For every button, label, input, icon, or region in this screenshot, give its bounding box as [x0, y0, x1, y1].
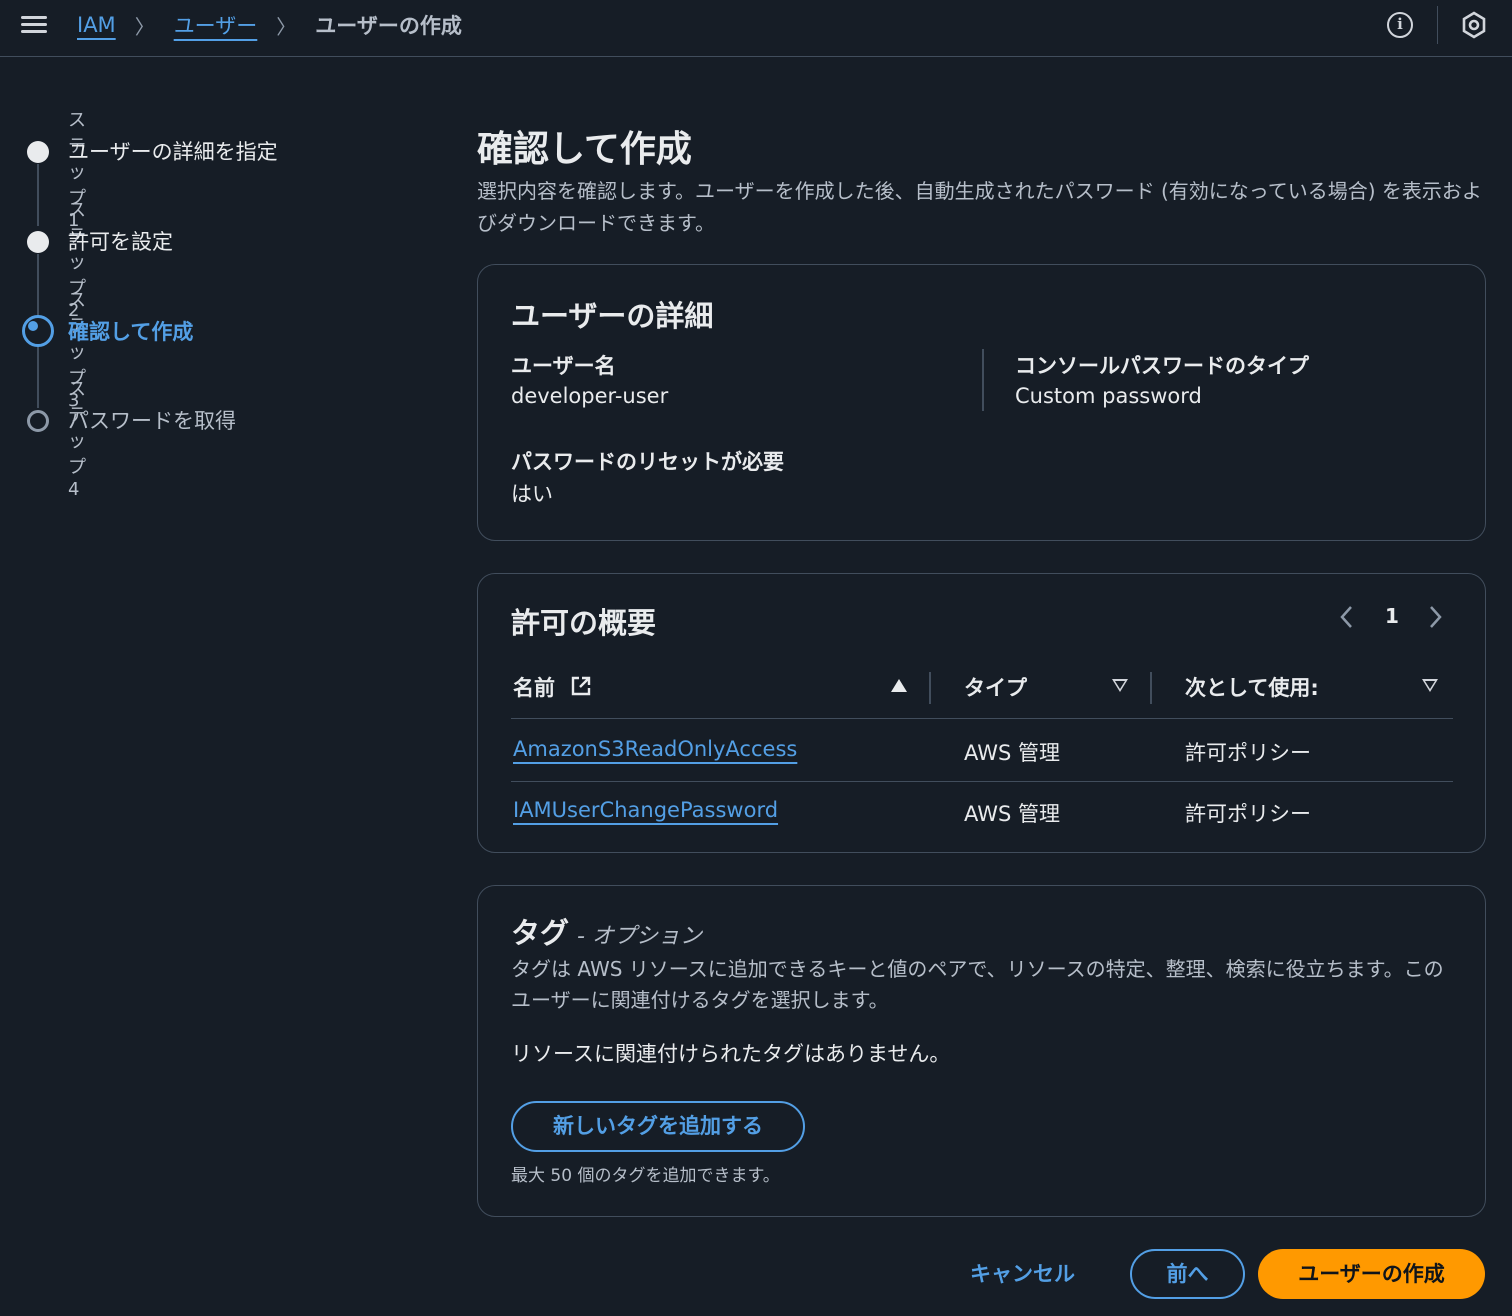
policy-type: AWS 管理	[964, 802, 1060, 826]
page-description: 選択内容を確認します。ユーザーを作成した後、自動生成されたパスワード (有効にな…	[477, 179, 1482, 235]
add-tag-button[interactable]: 新しいタグを追加する	[511, 1101, 805, 1152]
settings-icon[interactable]	[1461, 11, 1487, 39]
policy-used-as: 許可ポリシー	[1185, 741, 1311, 765]
step-4-label: ステップ 4	[68, 379, 86, 500]
column-header-name[interactable]: 名前	[513, 672, 592, 702]
password-reset-value: はい	[511, 482, 553, 506]
optional-label: - オプション	[577, 924, 702, 949]
top-navigation-bar: IAM 〉 ユーザー 〉 ユーザーの作成 i	[0, 0, 1512, 57]
cancel-button[interactable]: キャンセル	[970, 1258, 1075, 1288]
step-complete-icon	[27, 231, 49, 253]
breadcrumb-users-link[interactable]: ユーザー	[174, 10, 258, 40]
permissions-summary-card: 許可の概要 1 名前 タイプ 次として使用: AmazonS3ReadOnlyA…	[477, 573, 1486, 853]
tags-empty-message: リソースに関連付けられたタグはありません。	[511, 1042, 951, 1066]
password-type-value: Custom password	[1015, 384, 1202, 408]
policy-used-as: 許可ポリシー	[1185, 802, 1311, 826]
tags-title: タグ - オプション	[511, 910, 702, 952]
sort-ascending-icon[interactable]	[891, 679, 907, 692]
chevron-right-icon[interactable]	[1428, 604, 1448, 634]
page-title: 確認して作成	[477, 129, 692, 170]
chevron-right-icon: 〉	[134, 14, 155, 39]
tags-description: タグは AWS リソースに追加できるキーと値のペアで、リソースの特定、整理、検索…	[511, 957, 1444, 1012]
permissions-title: 許可の概要	[511, 606, 657, 640]
step-pending-icon	[27, 410, 49, 432]
column-header-name-label: 名前	[513, 676, 555, 700]
column-divider	[982, 349, 984, 411]
breadcrumb: IAM 〉 ユーザー 〉 ユーザーの作成	[77, 10, 462, 40]
tags-limit-note: 最大 50 個のタグを追加できます。	[511, 1166, 780, 1186]
step-connector	[37, 254, 39, 316]
tags-title-text: タグ	[511, 916, 570, 950]
username-label: ユーザー名	[511, 354, 616, 378]
sort-icon[interactable]	[1112, 679, 1128, 692]
sort-icon[interactable]	[1422, 679, 1438, 692]
user-details-card: ユーザーの詳細 ユーザー名 developer-user コンソールパスワードの…	[477, 264, 1486, 541]
column-header-type[interactable]: タイプ	[964, 672, 1027, 702]
create-user-button[interactable]: ユーザーの作成	[1258, 1249, 1485, 1299]
tags-card: タグ - オプション タグは AWS リソースに追加できるキーと値のペアで、リソー…	[477, 885, 1486, 1217]
previous-button[interactable]: 前へ	[1130, 1249, 1245, 1299]
breadcrumb-iam-link[interactable]: IAM	[77, 13, 116, 37]
step-3-title: 確認して作成	[68, 320, 194, 344]
step-complete-icon	[27, 141, 49, 163]
policy-link-change-password[interactable]: IAMUserChangePassword	[513, 798, 778, 822]
policy-link-s3-readonly[interactable]: AmazonS3ReadOnlyAccess	[513, 737, 797, 761]
external-link-icon	[572, 676, 591, 696]
step-connector	[37, 346, 39, 408]
divider	[1437, 6, 1438, 44]
column-divider	[929, 672, 931, 704]
pagination-page-1[interactable]: 1	[1385, 604, 1399, 628]
step-2-title[interactable]: 許可を設定	[68, 226, 173, 256]
chevron-right-icon: 〉	[276, 14, 297, 39]
user-details-title: ユーザーの詳細	[511, 299, 714, 333]
password-type-label: コンソールパスワードのタイプ	[1015, 354, 1309, 378]
table-divider	[511, 718, 1453, 719]
info-icon[interactable]: i	[1387, 12, 1413, 38]
step-4-title: パスワードを取得	[68, 409, 236, 433]
breadcrumb-current: ユーザーの作成	[315, 14, 462, 38]
chevron-left-icon[interactable]	[1338, 604, 1358, 634]
policy-type: AWS 管理	[964, 741, 1060, 765]
step-1-title[interactable]: ユーザーの詳細を指定	[68, 136, 278, 166]
password-reset-label: パスワードのリセットが必要	[511, 450, 784, 474]
table-divider	[511, 781, 1453, 782]
column-divider	[1150, 672, 1152, 704]
step-connector	[37, 164, 39, 226]
step-active-icon	[22, 315, 54, 347]
hamburger-menu-icon[interactable]	[21, 13, 47, 37]
username-value: developer-user	[511, 384, 669, 408]
column-header-used-as[interactable]: 次として使用:	[1185, 672, 1319, 702]
